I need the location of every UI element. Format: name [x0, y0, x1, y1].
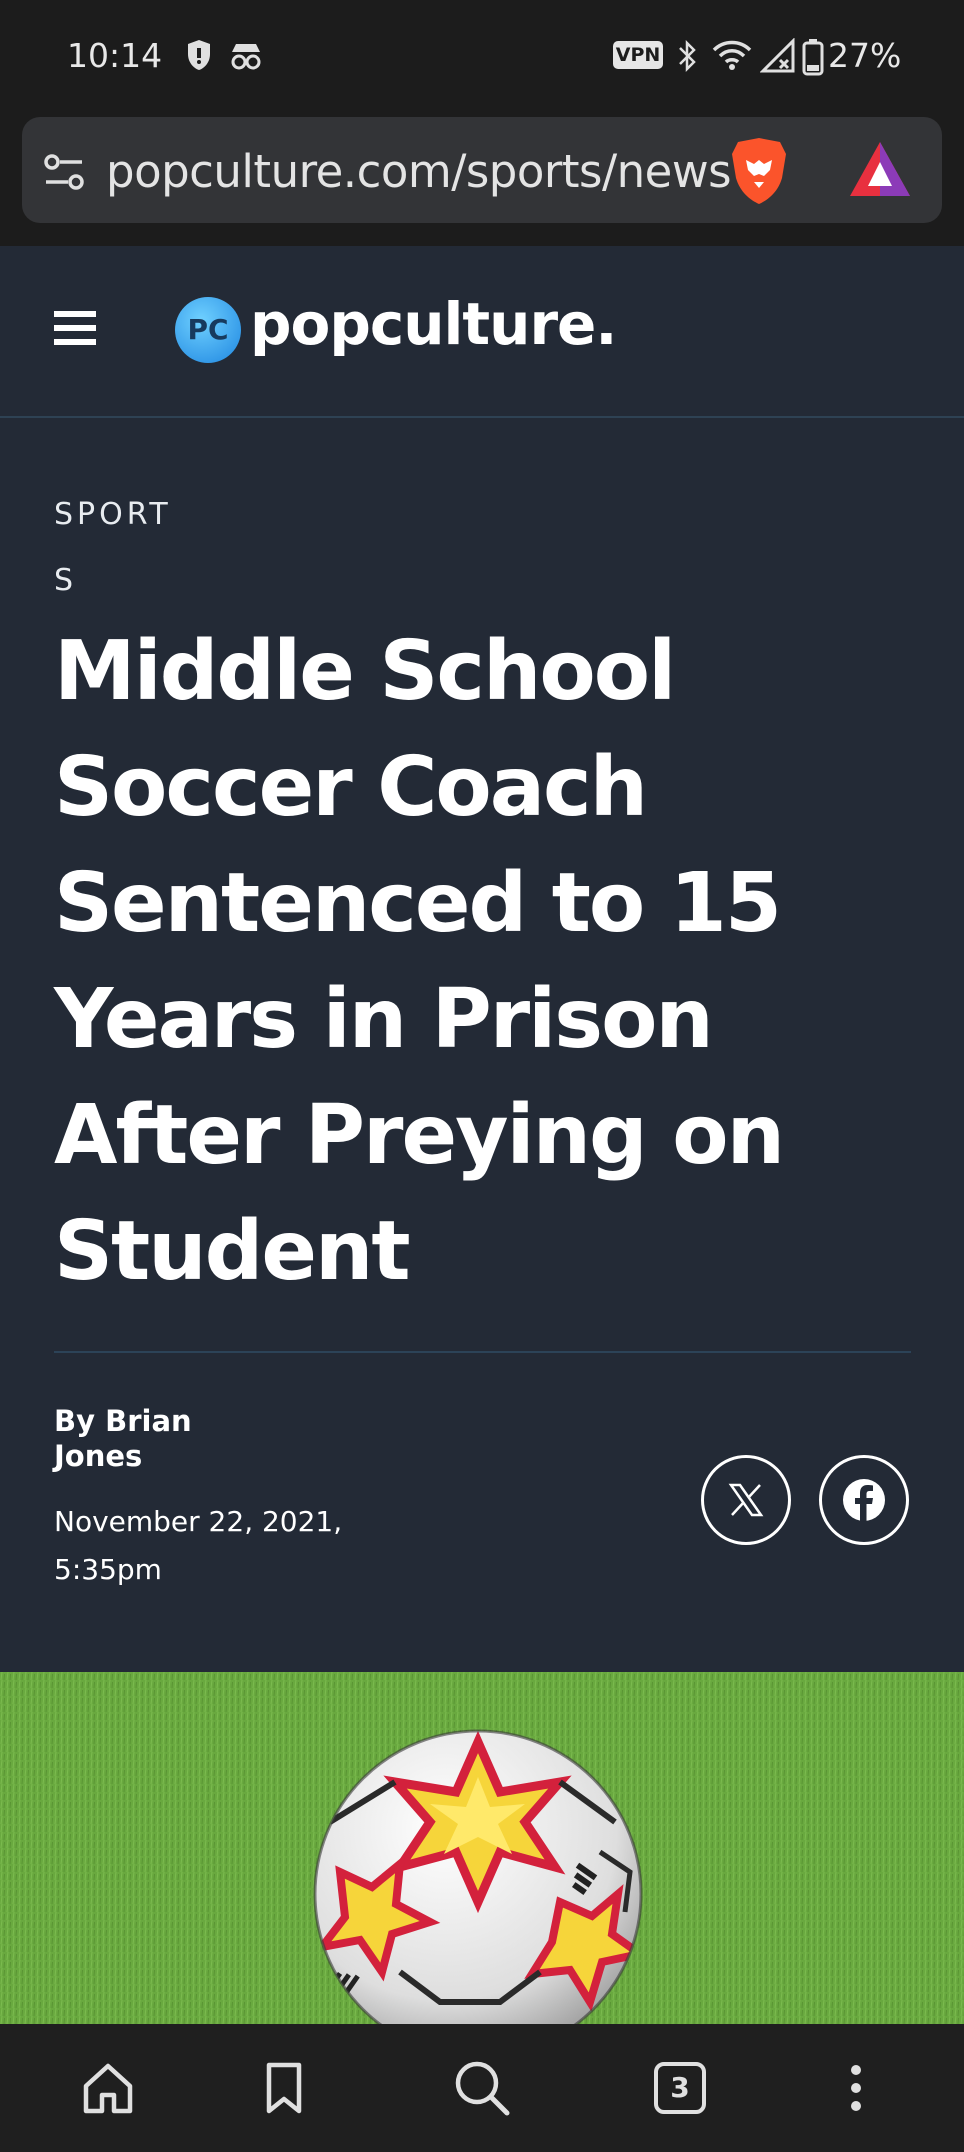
soccer-ball-image	[0, 1672, 964, 2024]
article-author[interactable]: By Brian Jones	[54, 1404, 224, 1474]
article-category[interactable]: SPORTS	[54, 482, 184, 614]
tabs-icon: 3	[654, 2062, 706, 2114]
search-icon	[455, 2061, 510, 2116]
incognito-icon	[231, 44, 261, 70]
status-time: 10:14	[67, 36, 163, 75]
hamburger-menu-icon[interactable]	[54, 310, 96, 346]
wifi-icon	[712, 40, 752, 70]
vpn-badge: VPN	[613, 41, 663, 69]
bookmarks-button[interactable]	[252, 2056, 316, 2120]
brave-rewards-icon[interactable]	[848, 140, 912, 198]
more-icon	[851, 2065, 861, 2111]
article-date: November 22, 2021, 5:35pm	[54, 1505, 343, 1586]
article-headline: Middle School Soccer Coach Sentenced to …	[54, 624, 785, 1299]
more-menu-button[interactable]	[824, 2056, 888, 2120]
site-logo-mark[interactable]: PC	[175, 297, 241, 363]
battery-icon	[802, 39, 824, 76]
divider	[54, 1351, 911, 1353]
home-icon	[83, 2063, 133, 2114]
facebook-icon	[843, 1479, 885, 1521]
share-x-button[interactable]	[701, 1455, 791, 1545]
shield-icon	[188, 40, 210, 70]
home-button[interactable]	[76, 2056, 140, 2120]
x-logo-icon	[728, 1483, 764, 1517]
battery-percent: 27%	[828, 36, 902, 75]
url-text[interactable]: popculture.com/sports/news	[106, 145, 732, 198]
search-button[interactable]	[450, 2056, 514, 2120]
signal-icon	[760, 38, 795, 73]
brave-shields-icon[interactable]	[728, 134, 790, 206]
article-hero-image[interactable]	[0, 1672, 964, 2024]
site-settings-icon[interactable]	[42, 150, 86, 194]
bluetooth-icon	[679, 39, 696, 73]
share-facebook-button[interactable]	[819, 1455, 909, 1545]
site-logo-text[interactable]: popculture.	[250, 290, 617, 358]
tabs-button[interactable]: 3	[648, 2056, 712, 2120]
bookmark-icon	[266, 2062, 302, 2114]
